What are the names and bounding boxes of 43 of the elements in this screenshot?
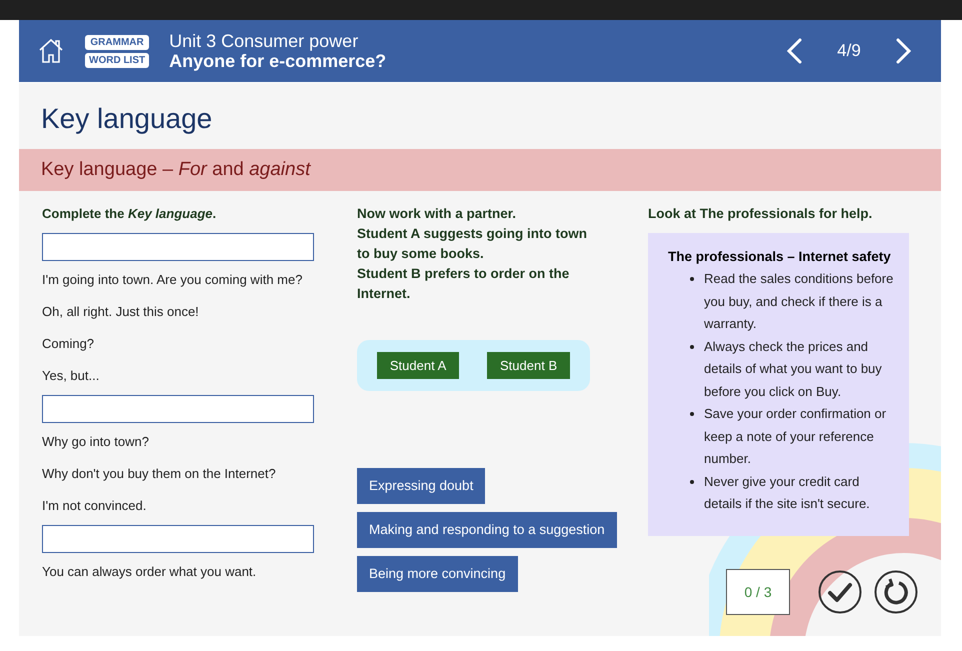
dialogue-line: I'm going into town. Are you coming with me? — [42, 271, 304, 289]
dialogue-line: Coming? — [42, 335, 96, 353]
answer-field[interactable] — [42, 233, 314, 261]
student-button[interactable]: Student A — [376, 352, 460, 379]
section-title: Key language – For and against — [41, 158, 310, 182]
dialogue-line: Why don't you buy them on the Internet? — [42, 465, 277, 483]
tip-text: Save your order confirmation or keep a note of your reference number. — [704, 405, 888, 468]
check-icon[interactable] — [818, 570, 862, 614]
reset-icon[interactable] — [874, 570, 918, 614]
dialogue-line: I'm not convinced. — [42, 497, 148, 515]
next-icon[interactable] — [895, 38, 913, 64]
page-counter: 4/9 — [836, 40, 862, 62]
dialogue-line: You can always order what you want. — [42, 563, 258, 581]
tip-text: Read the sales conditions before you buy, and check if there is a warranty. — [704, 270, 894, 333]
page-title: Key language — [40, 102, 214, 136]
dialogue-line: Oh, all right. Just this once! — [42, 303, 200, 321]
student-button[interactable]: Student B — [487, 352, 570, 379]
tip-text: Always check the prices and details of what you want to buy before you click on Buy. — [704, 338, 883, 401]
dialogue-line: Yes, but... — [42, 367, 100, 385]
tag-button[interactable]: GRAMMAR — [85, 34, 150, 50]
instruction-text: Look at The professionals for help. — [648, 205, 874, 223]
unit-title: Unit 3 Consumer power — [169, 31, 360, 51]
dialogue-line: Why go into town? — [42, 433, 150, 451]
answer-field[interactable] — [42, 395, 314, 423]
bullet-icon — [690, 480, 694, 484]
bullet-icon — [690, 277, 694, 282]
instruction-text: Complete the Key language. — [42, 205, 218, 223]
tip-text: Never give your credit card details if the site isn't secure. — [704, 472, 871, 513]
instruction-text: Student A suggests going into town to buy some books. — [357, 225, 588, 263]
phrase-button[interactable]: Being more convincing — [357, 556, 518, 592]
instruction-text: Now work with a partner. — [357, 205, 518, 223]
phrase-button[interactable]: Expressing doubt — [357, 468, 486, 504]
bullet-icon — [690, 344, 694, 349]
answer-field[interactable] — [42, 525, 314, 553]
instruction-text: Student B prefers to order on the Internet. — [357, 265, 570, 303]
phrase-button[interactable]: Making and responding to a suggestion — [357, 512, 617, 548]
tag-button[interactable]: WORD LIST — [85, 52, 150, 68]
tips-title: The professionals – Internet safety — [668, 248, 892, 266]
lesson-title: Anyone for e-commerce? — [169, 51, 386, 71]
score-display: 0 / 3 — [726, 569, 790, 615]
bullet-icon — [690, 412, 694, 416]
home-icon[interactable] — [38, 38, 64, 64]
previous-icon[interactable] — [785, 38, 803, 64]
